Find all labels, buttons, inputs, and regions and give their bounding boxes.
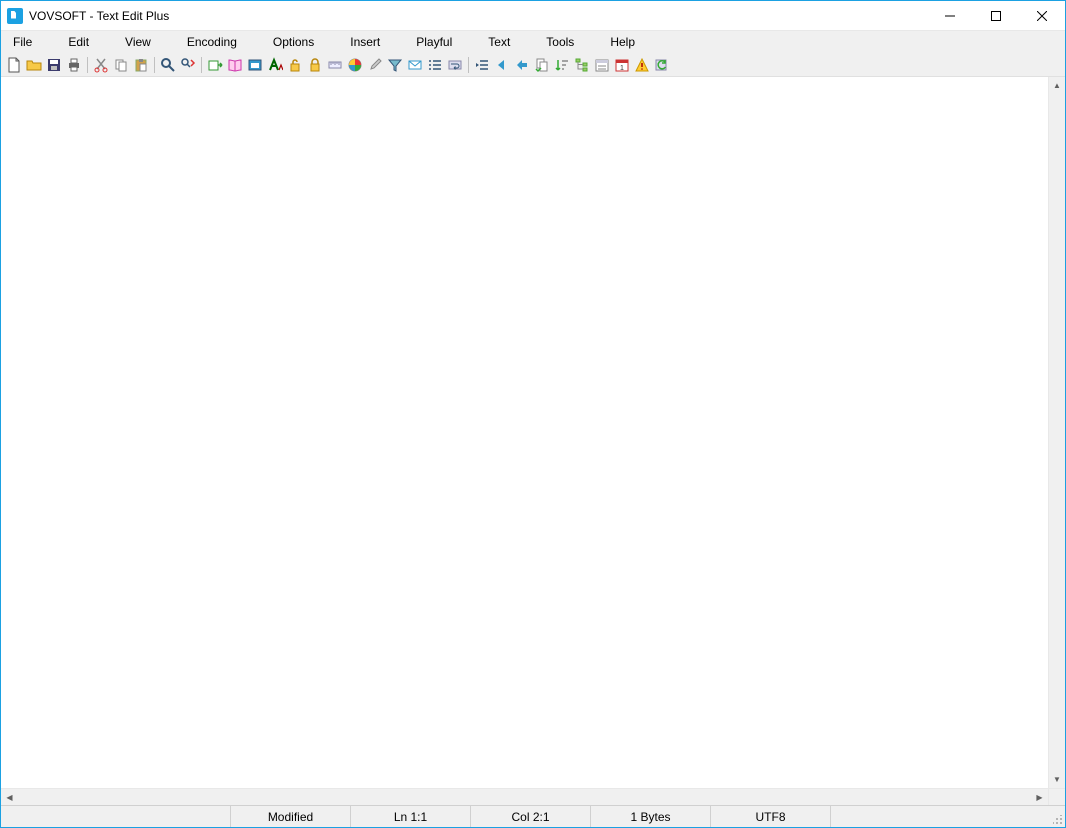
status-encoding: UTF8 <box>711 806 831 827</box>
indent-icon[interactable] <box>473 56 491 74</box>
title-bar: VOVSOFT - Text Edit Plus <box>1 1 1065 31</box>
fullscreen-icon[interactable] <box>246 56 264 74</box>
menu-playful[interactable]: Playful <box>398 31 470 53</box>
toolbar-separator <box>468 57 469 73</box>
open-file-icon[interactable] <box>25 56 43 74</box>
window-title: VOVSOFT - Text Edit Plus <box>29 9 169 23</box>
scroll-right-icon[interactable]: ▶ <box>1031 789 1048 805</box>
sort-icon[interactable] <box>553 56 571 74</box>
font-icon[interactable] <box>266 56 284 74</box>
export-icon[interactable] <box>206 56 224 74</box>
lock-icon[interactable] <box>306 56 324 74</box>
ruler-icon[interactable] <box>326 56 344 74</box>
status-size: 1 Bytes <box>591 806 711 827</box>
refresh-icon[interactable] <box>653 56 671 74</box>
menu-encoding[interactable]: Encoding <box>169 31 255 53</box>
minimize-button[interactable] <box>927 1 973 31</box>
read-mode-icon[interactable] <box>226 56 244 74</box>
editor-area: ▲ ▼ <box>1 77 1065 788</box>
text-editor[interactable] <box>1 77 1048 788</box>
menu-file[interactable]: File <box>3 31 50 53</box>
copy-doc-icon[interactable] <box>533 56 551 74</box>
menu-view[interactable]: View <box>107 31 169 53</box>
lock-open-icon[interactable] <box>286 56 304 74</box>
find-icon[interactable] <box>159 56 177 74</box>
status-line: Ln 1:1 <box>351 806 471 827</box>
next-icon[interactable] <box>513 56 531 74</box>
menu-bar: File Edit View Encoding Options Insert P… <box>1 31 1065 53</box>
color-wheel-icon[interactable] <box>346 56 364 74</box>
scroll-up-icon[interactable]: ▲ <box>1049 77 1065 94</box>
status-spacer <box>1 806 231 827</box>
status-bar: Modified Ln 1:1 Col 2:1 1 Bytes UTF8 <box>1 805 1065 827</box>
scroll-down-icon[interactable]: ▼ <box>1049 771 1065 788</box>
menu-text[interactable]: Text <box>470 31 528 53</box>
print-icon[interactable] <box>65 56 83 74</box>
horizontal-scrollbar[interactable]: ◀ ▶ <box>1 788 1065 805</box>
list-icon[interactable] <box>426 56 444 74</box>
paste-icon[interactable] <box>132 56 150 74</box>
warning-icon[interactable] <box>633 56 651 74</box>
maximize-button[interactable] <box>973 1 1019 31</box>
prev-icon[interactable] <box>493 56 511 74</box>
scroll-corner <box>1048 789 1065 805</box>
scroll-track[interactable] <box>18 789 1031 805</box>
new-file-icon[interactable] <box>5 56 23 74</box>
find-replace-icon[interactable] <box>179 56 197 74</box>
menu-insert[interactable]: Insert <box>332 31 398 53</box>
tree-icon[interactable] <box>573 56 591 74</box>
app-icon <box>7 8 23 24</box>
close-button[interactable] <box>1019 1 1065 31</box>
scroll-left-icon[interactable]: ◀ <box>1 789 18 805</box>
status-col: Col 2:1 <box>471 806 591 827</box>
copy-icon[interactable] <box>112 56 130 74</box>
menu-edit[interactable]: Edit <box>50 31 107 53</box>
date-icon[interactable]: 1 <box>613 56 631 74</box>
toolbar-separator <box>201 57 202 73</box>
mail-icon[interactable] <box>406 56 424 74</box>
toolbar: 1 <box>1 53 1065 77</box>
scroll-track[interactable] <box>1049 94 1065 771</box>
menu-help[interactable]: Help <box>592 31 653 53</box>
cut-icon[interactable] <box>92 56 110 74</box>
save-icon[interactable] <box>45 56 63 74</box>
status-modified: Modified <box>231 806 351 827</box>
toolbar-separator <box>87 57 88 73</box>
resize-grip[interactable] <box>1047 806 1065 827</box>
menu-options[interactable]: Options <box>255 31 332 53</box>
menu-tools[interactable]: Tools <box>528 31 592 53</box>
toolbar-separator <box>154 57 155 73</box>
wrap-icon[interactable] <box>446 56 464 74</box>
calendar-list-icon[interactable] <box>593 56 611 74</box>
vertical-scrollbar[interactable]: ▲ ▼ <box>1048 77 1065 788</box>
filter-icon[interactable] <box>386 56 404 74</box>
eyedropper-icon[interactable] <box>366 56 384 74</box>
svg-text:1: 1 <box>620 65 624 72</box>
